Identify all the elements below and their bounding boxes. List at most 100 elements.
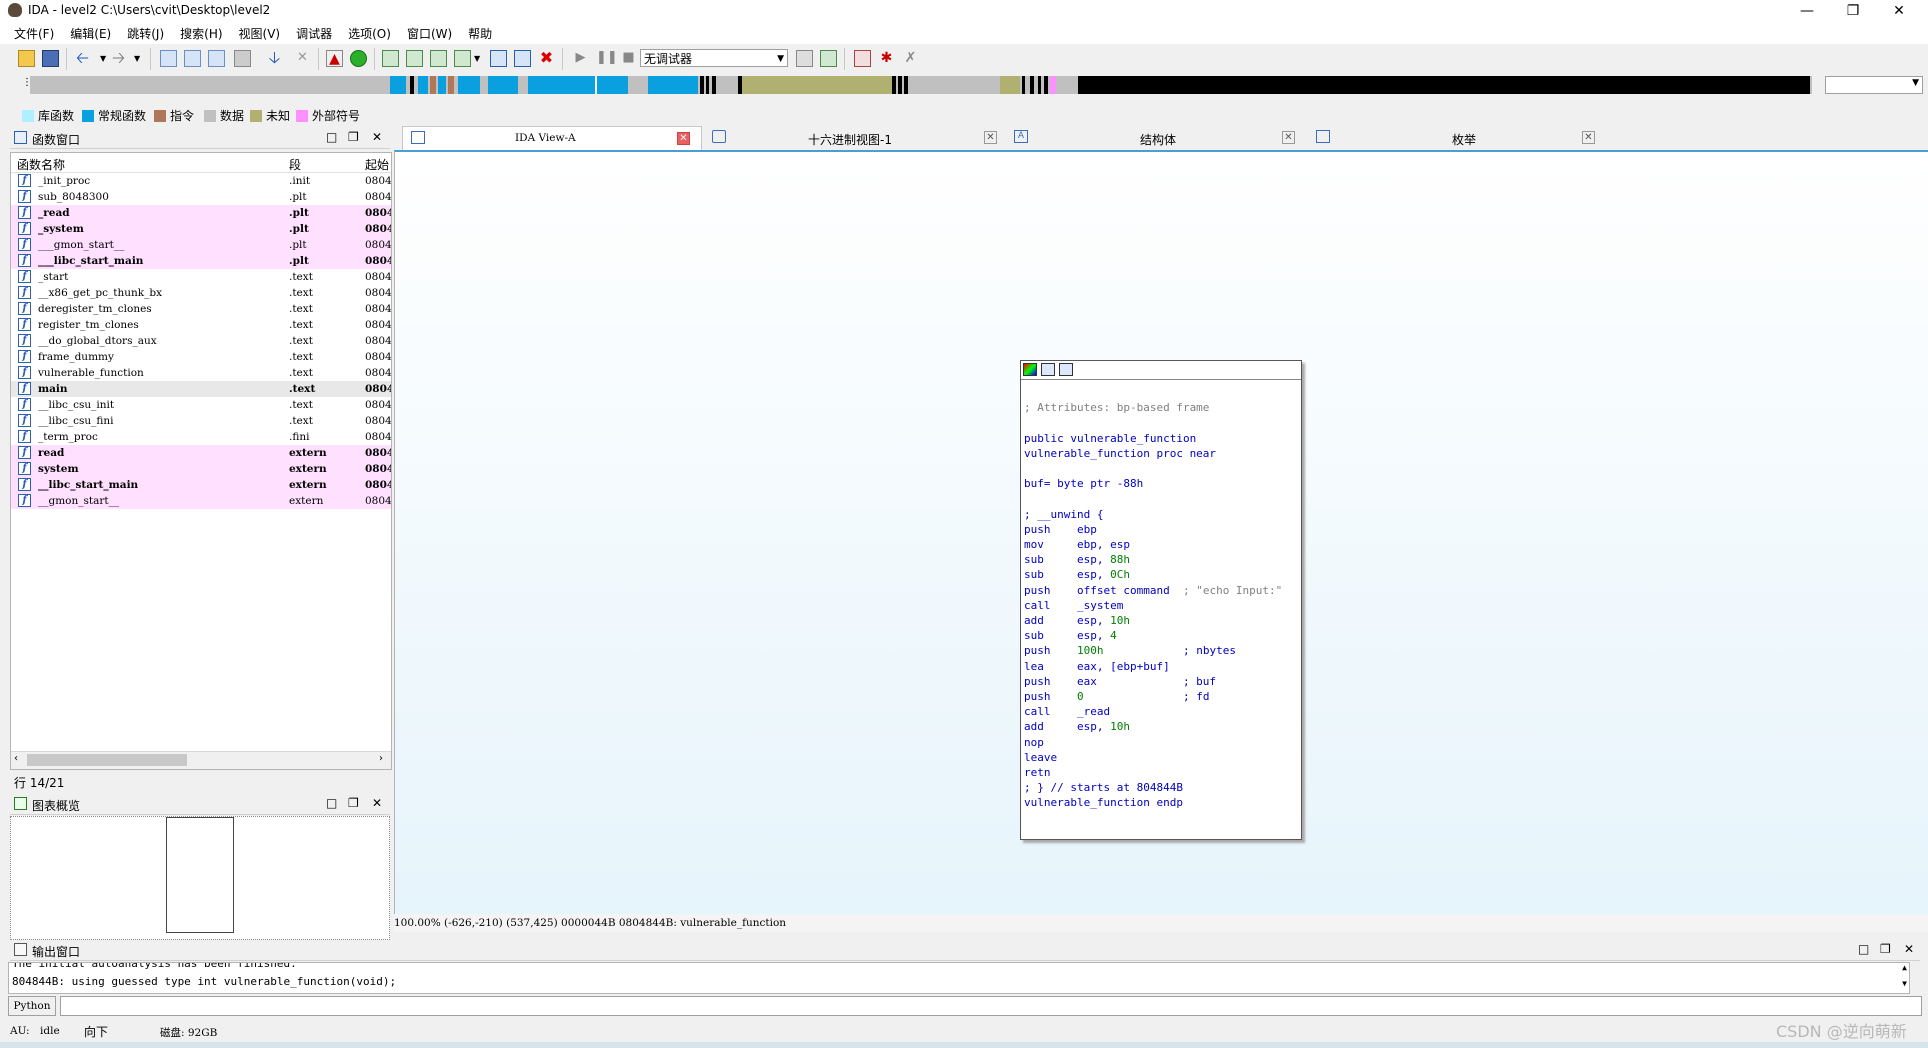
tab-enums[interactable]: 枚举 ✕ [1308, 126, 1606, 149]
function-row[interactable]: f deregister_tm_clones .text 0804 [11, 301, 391, 317]
menu-edit[interactable]: 编辑(E) [62, 22, 119, 42]
search-immediate-icon[interactable] [208, 50, 225, 67]
menu-windows[interactable]: 窗口(W) [399, 22, 460, 42]
code-line[interactable]: public vulnerable_function [1024, 431, 1196, 446]
search-text-icon[interactable] [184, 50, 201, 67]
float-icon[interactable]: ❐ [348, 796, 359, 810]
function-row[interactable]: f frame_dummy .text 0804 [11, 349, 391, 365]
scroll-thumb[interactable] [27, 754, 187, 766]
flow-dropdown-icon[interactable]: ▼ [474, 50, 491, 67]
overview-node[interactable] [166, 817, 234, 933]
code-line[interactable]: nop [1024, 735, 1044, 750]
node-rename-icon[interactable] [1041, 363, 1055, 376]
close-icon[interactable]: ✕ [677, 132, 690, 145]
close-icon[interactable]: ✕ [1904, 942, 1914, 956]
function-row[interactable]: f sub_8048300 .plt 0804 [11, 189, 391, 205]
code-icon[interactable]: ▲ [326, 50, 343, 67]
function-row[interactable]: f _start .text 0804 [11, 269, 391, 285]
horizontal-scrollbar[interactable]: ‹ › [11, 751, 391, 769]
code-line[interactable]: call _system [1024, 598, 1123, 613]
search-next-icon[interactable] [234, 50, 251, 67]
close-icon[interactable]: ✕ [1282, 131, 1295, 144]
function-row[interactable]: f vulnerable_function .text 0804 [11, 365, 391, 381]
add-breakpoint-icon[interactable]: ✱ [878, 50, 895, 67]
code-line[interactable]: push offset command ; "echo Input:" [1024, 583, 1282, 598]
tab-structures[interactable]: A 结构体 ✕ [1006, 126, 1304, 149]
code-line[interactable]: call _read [1024, 704, 1110, 719]
function-row[interactable]: f __x86_get_pc_thunk_bx .text 0804 [11, 285, 391, 301]
column-function-name[interactable]: 函数名称 [17, 156, 65, 173]
run-analysis-icon[interactable] [350, 50, 367, 67]
menu-options[interactable]: 选项(O) [340, 22, 399, 42]
save-icon[interactable] [42, 50, 59, 67]
edit-icon[interactable] [514, 50, 531, 67]
code-line[interactable]: ; __unwind { [1024, 507, 1103, 522]
code-line[interactable]: push eax ; buf [1024, 674, 1216, 689]
function-row[interactable]: f read extern 0804 [11, 445, 391, 461]
float-icon[interactable]: ❐ [348, 130, 359, 144]
menu-file[interactable]: 文件(F) [6, 22, 62, 42]
pause-debugger-icon[interactable]: ❚❚ [596, 50, 618, 67]
scroll-up-icon[interactable]: ▲ [1902, 963, 1907, 972]
flow-icon[interactable] [454, 50, 471, 67]
menu-view[interactable]: 视图(V) [231, 22, 289, 42]
function-row[interactable]: f __libc_csu_fini .text 0804 [11, 413, 391, 429]
maximize-icon[interactable]: □ [326, 796, 337, 810]
plugin-icon[interactable] [490, 50, 507, 67]
function-row[interactable]: f _read .plt 0804 [11, 205, 391, 221]
delete-breakpoint-icon[interactable]: ✗ [902, 50, 919, 67]
menu-debugger[interactable]: 调试器 [288, 22, 340, 42]
code-line[interactable]: leave [1024, 750, 1057, 765]
back-arrow-icon[interactable]: 🡠 [76, 50, 93, 67]
jump-down-arrow-icon[interactable]: 🡣 [266, 50, 283, 67]
close-icon[interactable]: ✕ [984, 131, 997, 144]
menu-jump[interactable]: 跳转(J) [119, 22, 172, 42]
menu-help[interactable]: 帮助 [460, 22, 500, 42]
function-row[interactable]: f __libc_csu_init .text 0804 [11, 397, 391, 413]
minimize-button[interactable]: — [1784, 0, 1830, 22]
function-graph-node[interactable]: ; Attributes: bp-based frame public vulne… [1020, 360, 1302, 840]
function-row[interactable]: f _term_proc .fini 0804 [11, 429, 391, 445]
start-debugger-icon[interactable]: ▶ [572, 50, 589, 67]
code-line[interactable]: push 0 ; fd [1024, 689, 1209, 704]
column-start[interactable]: 起始 [365, 156, 389, 173]
debugger-select[interactable]: 无调试器 ▼ [640, 49, 788, 67]
code-line[interactable]: vulnerable_function proc near [1024, 446, 1216, 461]
breakpoint-list-icon[interactable] [854, 50, 871, 67]
code-line[interactable]: sub esp, 0Ch [1024, 567, 1130, 582]
output-text[interactable]: The initial autoanalysis has been finish… [8, 962, 1910, 994]
code-line[interactable]: buf= byte ptr -88h [1024, 476, 1143, 491]
close-red-icon[interactable]: ✖ [538, 50, 555, 67]
code-line[interactable]: lea eax, [ebp+buf] [1024, 659, 1170, 674]
code-line[interactable]: retn [1024, 765, 1051, 780]
graph-overview[interactable] [10, 816, 390, 940]
maximize-icon[interactable]: □ [326, 130, 337, 144]
python-button[interactable]: Python [8, 996, 56, 1016]
scroll-right-icon[interactable]: › [379, 753, 383, 764]
code-line[interactable]: ; Attributes: bp-based frame [1024, 400, 1209, 415]
scroll-left-icon[interactable]: ‹ [14, 753, 18, 764]
close-icon[interactable]: ✕ [372, 796, 382, 810]
node-color-icon[interactable] [1023, 363, 1037, 376]
function-row[interactable]: f main .text 0804 [11, 381, 391, 397]
close-icon[interactable]: ✕ [372, 130, 382, 144]
function-row[interactable]: f _init_proc .init 0804 [11, 173, 391, 189]
function-row[interactable]: f ___gmon_start__ .plt 0804 [11, 237, 391, 253]
python-command-input[interactable] [60, 996, 1922, 1016]
code-line[interactable]: sub esp, 4 [1024, 628, 1117, 643]
restore-button[interactable]: ❐ [1830, 0, 1876, 22]
attach-icon[interactable] [796, 50, 813, 67]
search-binary-icon[interactable] [160, 50, 177, 67]
function-row[interactable]: f register_tm_clones .text 0804 [11, 317, 391, 333]
code-line[interactable]: mov ebp, esp [1024, 537, 1130, 552]
forward-arrow-icon[interactable]: 🡢 [112, 50, 129, 67]
forward-dropdown-icon[interactable]: ▼ [134, 50, 151, 67]
menu-search[interactable]: 搜索(H) [172, 22, 230, 42]
function-row[interactable]: f __do_global_dtors_aux .text 0804 [11, 333, 391, 349]
mark-icon[interactable]: ✕ [294, 50, 311, 67]
function-row[interactable]: f __libc_start_main extern 0804 [11, 477, 391, 493]
tab-hex-view[interactable]: 十六进制视图-1 ✕ [704, 126, 1002, 149]
function-row[interactable]: f system extern 0804 [11, 461, 391, 477]
code-line[interactable]: push ebp [1024, 522, 1097, 537]
function-row[interactable]: f __gmon_start__ extern 0804 [11, 493, 391, 509]
